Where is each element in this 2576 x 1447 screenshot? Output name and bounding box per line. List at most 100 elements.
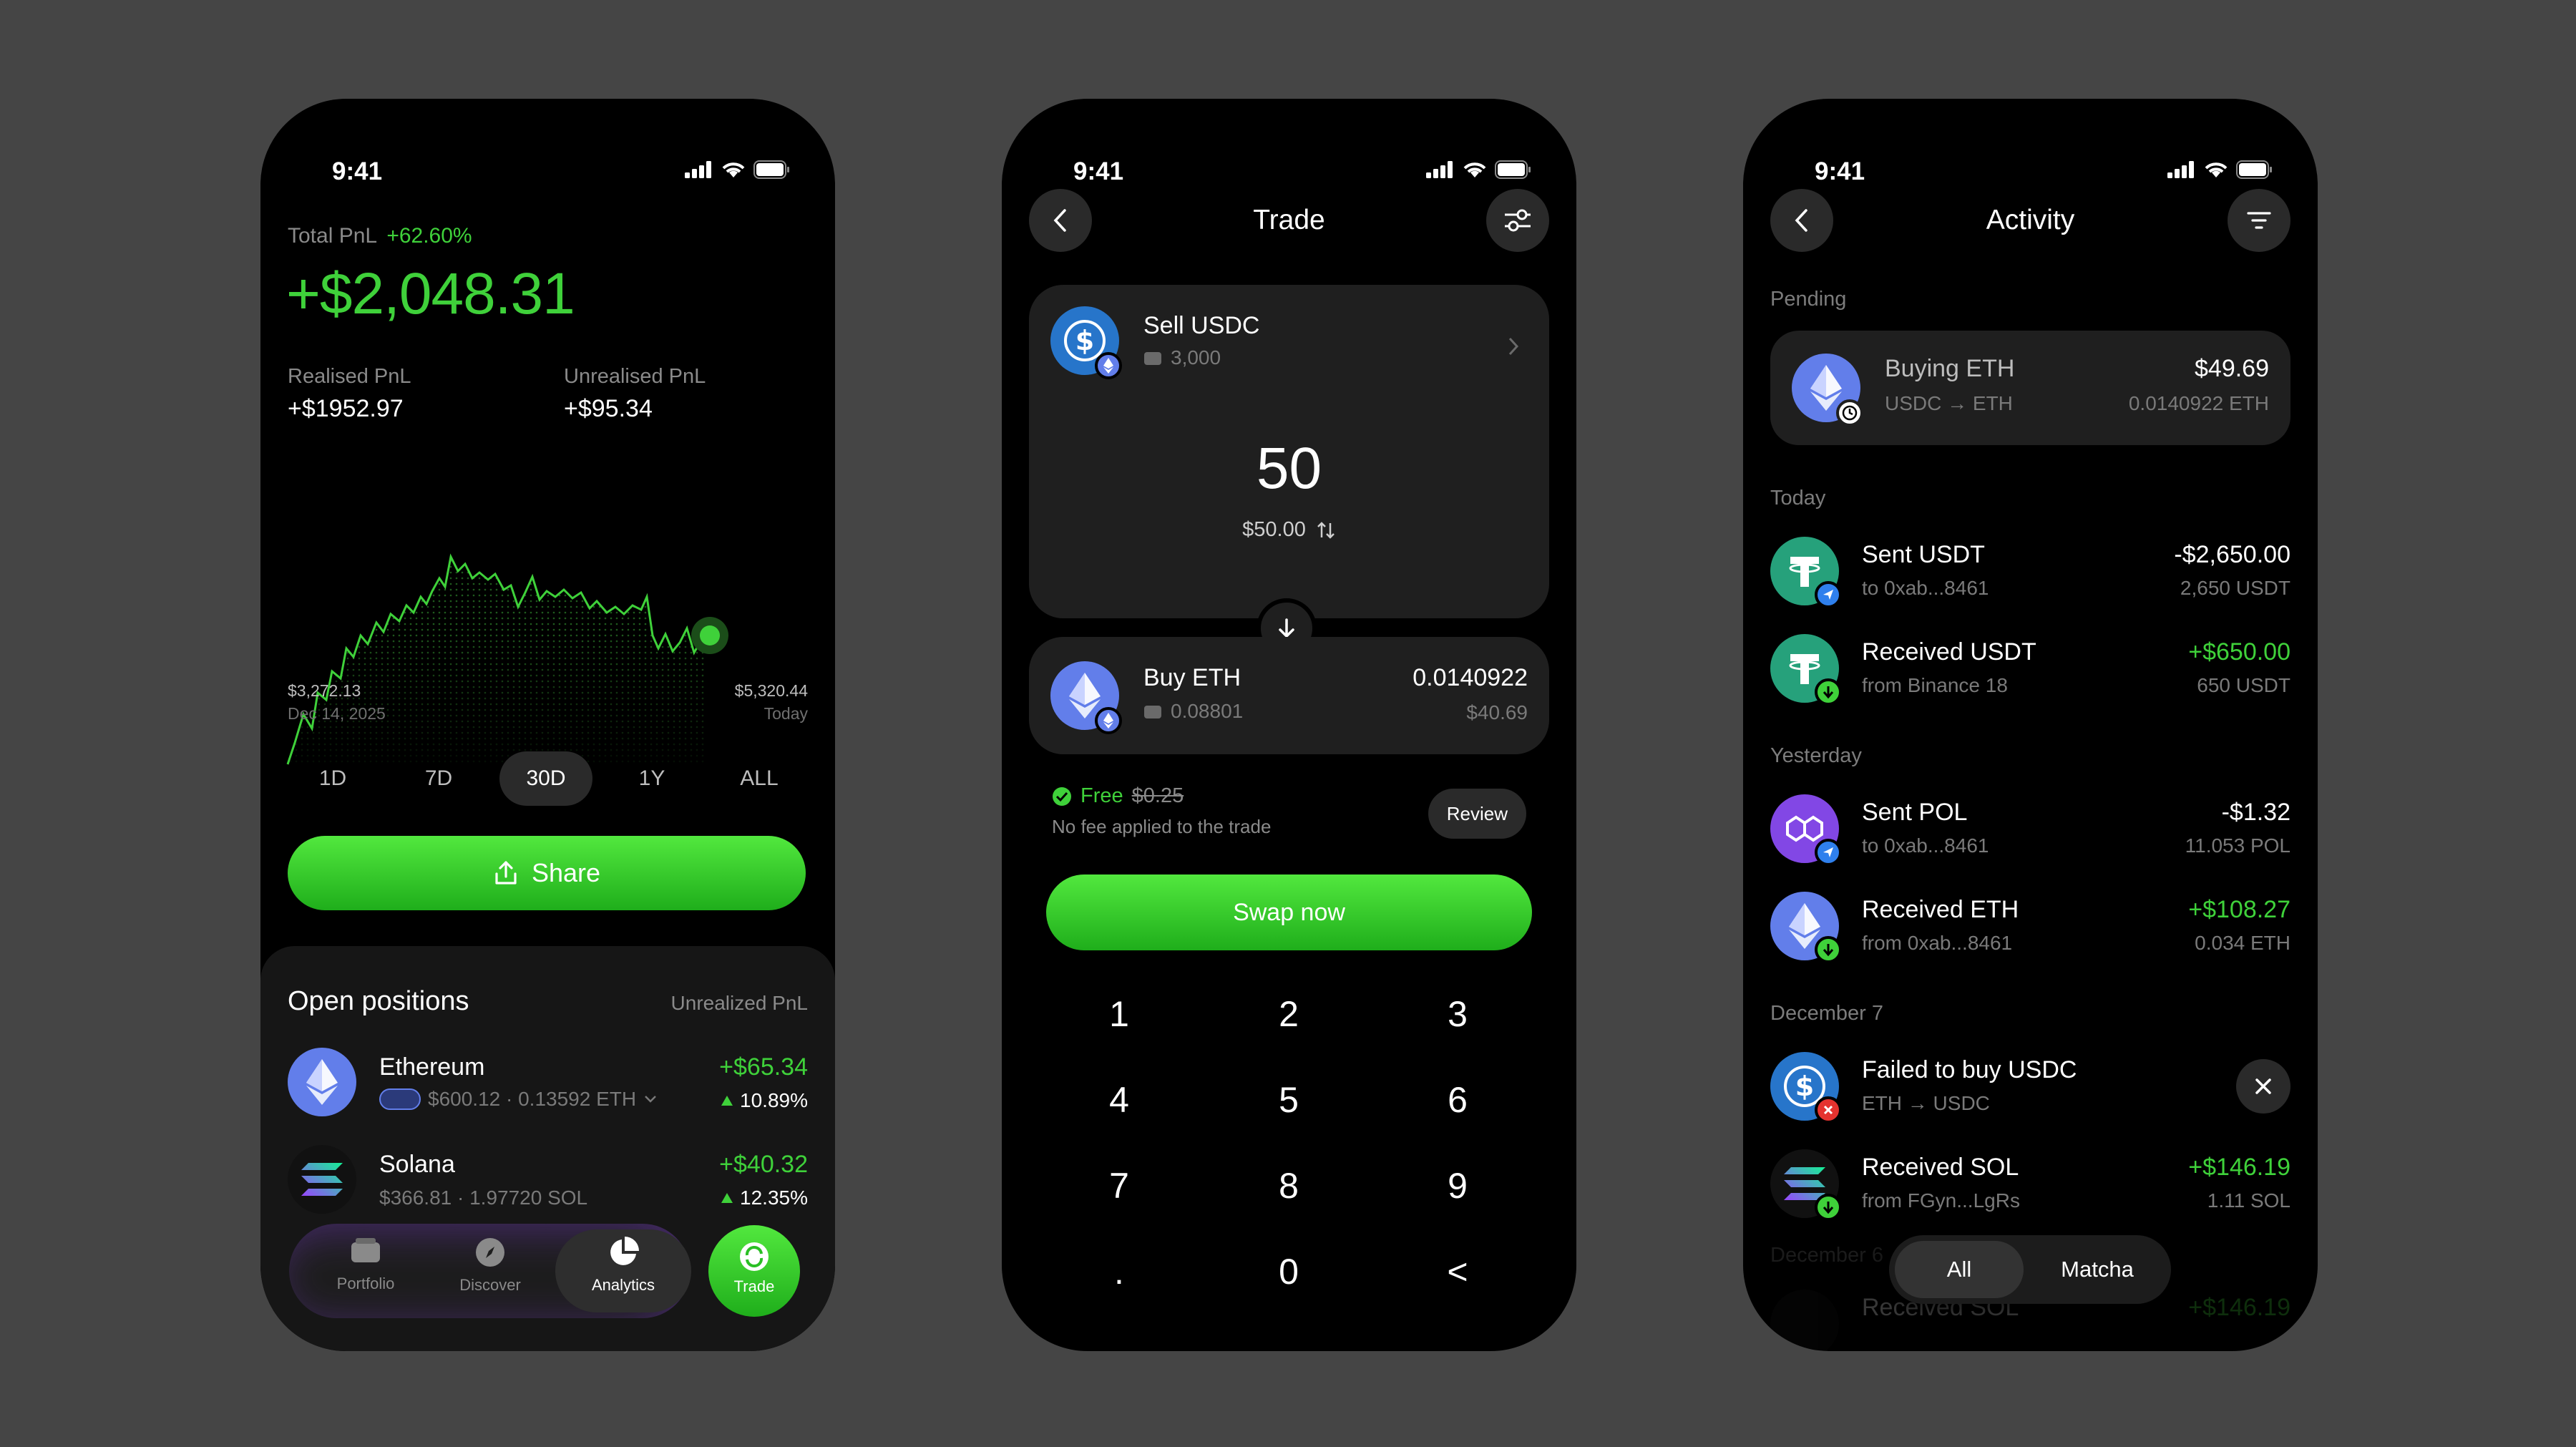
position-row-ethereum[interactable]: Ethereum $600.12 · 0.13592 ETH +$65.34 1… [260, 1048, 835, 1126]
activity-sub: from Binance 18 [1862, 674, 2008, 696]
signal-icon [1426, 161, 1453, 178]
sliders-icon [1505, 209, 1531, 232]
tab-discover[interactable]: Discover [431, 1237, 550, 1305]
eth-chain-badge-icon [1095, 707, 1122, 734]
position-row-solana[interactable]: Solana $366.81 · 1.97720 SOL +$40.32 12.… [260, 1145, 835, 1224]
tab-label: Trade [733, 1277, 775, 1295]
activity-detail: 0.034 ETH [2195, 932, 2290, 954]
wifi-icon [722, 162, 745, 177]
received-badge-icon [1815, 678, 1842, 706]
key-5[interactable]: 5 [1217, 1079, 1360, 1121]
battery-icon [1495, 160, 1531, 179]
range-7d[interactable]: 7D [392, 751, 485, 806]
review-button[interactable]: Review [1428, 789, 1526, 839]
activity-row[interactable]: Sent USDT to 0xab...8461 -$2,650.00 2,65… [1743, 537, 2318, 615]
status-time: 9:41 [1073, 157, 1124, 185]
activity-row[interactable]: Sent POL to 0xab...8461 -$1.32 11.053 PO… [1743, 794, 2318, 873]
pie-chart-icon [610, 1237, 639, 1265]
sell-amount[interactable]: 50 [1029, 435, 1549, 502]
activity-title: Received USDT [1862, 638, 2036, 666]
signal-icon [685, 161, 711, 178]
check-circle-icon [1053, 786, 1071, 806]
position-name: Ethereum [379, 1053, 485, 1081]
settings-button[interactable] [1486, 189, 1549, 252]
activity-phone: 9:41 Activity Pending Buying ETH USDC → … [1743, 99, 2318, 1351]
activity-row[interactable]: Received USDT from Binance 18 +$650.00 6… [1743, 634, 2318, 713]
key-2[interactable]: 2 [1217, 993, 1360, 1035]
battery-icon [753, 160, 789, 179]
range-1d[interactable]: 1D [286, 751, 379, 806]
segment-all[interactable]: All [1895, 1241, 2024, 1298]
activity-amount: +$146.19 [2188, 1154, 2290, 1181]
pending-title: Buying ETH [1885, 355, 2015, 382]
sell-amount-usd: $50.00 [1242, 518, 1306, 541]
activity-title: Sent USDT [1862, 541, 1985, 568]
buy-amount: 0.0140922 [1413, 664, 1528, 691]
activity-amount: -$2,650.00 [2174, 541, 2290, 568]
sell-card[interactable]: $ Sell USDC 3,000 50 $50.00 [1029, 285, 1549, 618]
key-1[interactable]: 1 [1048, 993, 1191, 1035]
share-button[interactable]: Share [288, 836, 806, 910]
sol-icon [1770, 1290, 1839, 1351]
chart-min-price: $3,272.13 [288, 681, 361, 700]
status-bar: 9:41 [1002, 130, 1576, 209]
buy-title: Buy ETH [1143, 664, 1241, 691]
wallet-icon [1144, 706, 1161, 718]
fee-label: Free [1080, 784, 1123, 807]
received-badge-icon [1815, 936, 1842, 963]
pending-sub: USDC → ETH [1885, 392, 2013, 414]
activity-row[interactable]: $ Failed to buy USDC ETH → USDC [1743, 1052, 2318, 1131]
chart-min-date: Dec 14, 2025 [288, 704, 386, 723]
key-3[interactable]: 3 [1386, 993, 1529, 1035]
buy-card[interactable]: Buy ETH 0.08801 0.0140922 $40.69 [1029, 637, 1549, 754]
section-december-6: December 6 [1770, 1244, 1883, 1267]
range-30d[interactable]: 30D [499, 751, 592, 806]
activity-sub: ETH → USDC [1862, 1092, 1990, 1114]
tab-trade[interactable]: Trade [708, 1225, 800, 1317]
wifi-icon [2205, 162, 2228, 177]
pending-row[interactable]: Buying ETH USDC → ETH $49.69 0.0140922 E… [1770, 331, 2290, 445]
unrealised-label: Unrealised PnL [564, 365, 706, 388]
battery-icon [2236, 160, 2272, 179]
status-bar: 9:41 [1743, 130, 2318, 209]
positions-column-label: Unrealized PnL [670, 992, 808, 1014]
sell-balance: 3,000 [1171, 346, 1221, 369]
total-pnl-pct: +62.60% [386, 224, 472, 248]
dismiss-button[interactable] [2236, 1059, 2290, 1114]
swap-units-icon[interactable] [1316, 520, 1336, 540]
signal-icon [2167, 161, 2194, 178]
activity-row[interactable]: Received SOL from FGyn...LgRs +$146.19 1… [1743, 1149, 2318, 1228]
section-december-7: December 7 [1770, 1002, 1883, 1025]
key-9[interactable]: 9 [1386, 1165, 1529, 1207]
position-pct: 12.35% [740, 1187, 808, 1209]
activity-sub: to 0xab...8461 [1862, 834, 1989, 857]
key-6[interactable]: 6 [1386, 1079, 1529, 1121]
swap-now-button[interactable]: Swap now [1046, 874, 1532, 950]
key-decimal[interactable]: . [1048, 1251, 1191, 1292]
realised-label: Realised PnL [288, 365, 411, 388]
fee-row: Free $0.25 [1052, 784, 1184, 808]
sol-icon [288, 1145, 356, 1214]
filter-button[interactable] [2228, 189, 2290, 252]
total-pnl-row: Total PnL +62.60% [288, 224, 472, 248]
key-8[interactable]: 8 [1217, 1165, 1360, 1207]
chain-pill-icon [379, 1088, 421, 1110]
sell-title: Sell USDC [1143, 312, 1260, 339]
range-1y[interactable]: 1Y [605, 751, 698, 806]
chevron-down-icon [645, 1096, 656, 1103]
key-7[interactable]: 7 [1048, 1165, 1191, 1207]
activity-row[interactable]: Received ETH from 0xab...8461 +$108.27 0… [1743, 892, 2318, 970]
tab-portfolio[interactable]: Portfolio [306, 1237, 425, 1305]
key-0[interactable]: 0 [1217, 1251, 1360, 1292]
fee-note: No fee applied to the trade [1052, 816, 1272, 837]
tab-analytics[interactable]: Analytics [555, 1229, 691, 1312]
key-backspace[interactable]: < [1386, 1251, 1529, 1292]
activity-detail: 11.053 POL [2185, 834, 2290, 857]
chart-max-price: $5,320.44 [734, 681, 808, 700]
range-all[interactable]: ALL [713, 751, 806, 806]
segment-matcha[interactable]: Matcha [2031, 1241, 2164, 1298]
up-triangle-icon [721, 1193, 733, 1203]
close-icon [2255, 1078, 2271, 1094]
key-4[interactable]: 4 [1048, 1079, 1191, 1121]
eth-chain-badge-icon [1095, 352, 1122, 379]
